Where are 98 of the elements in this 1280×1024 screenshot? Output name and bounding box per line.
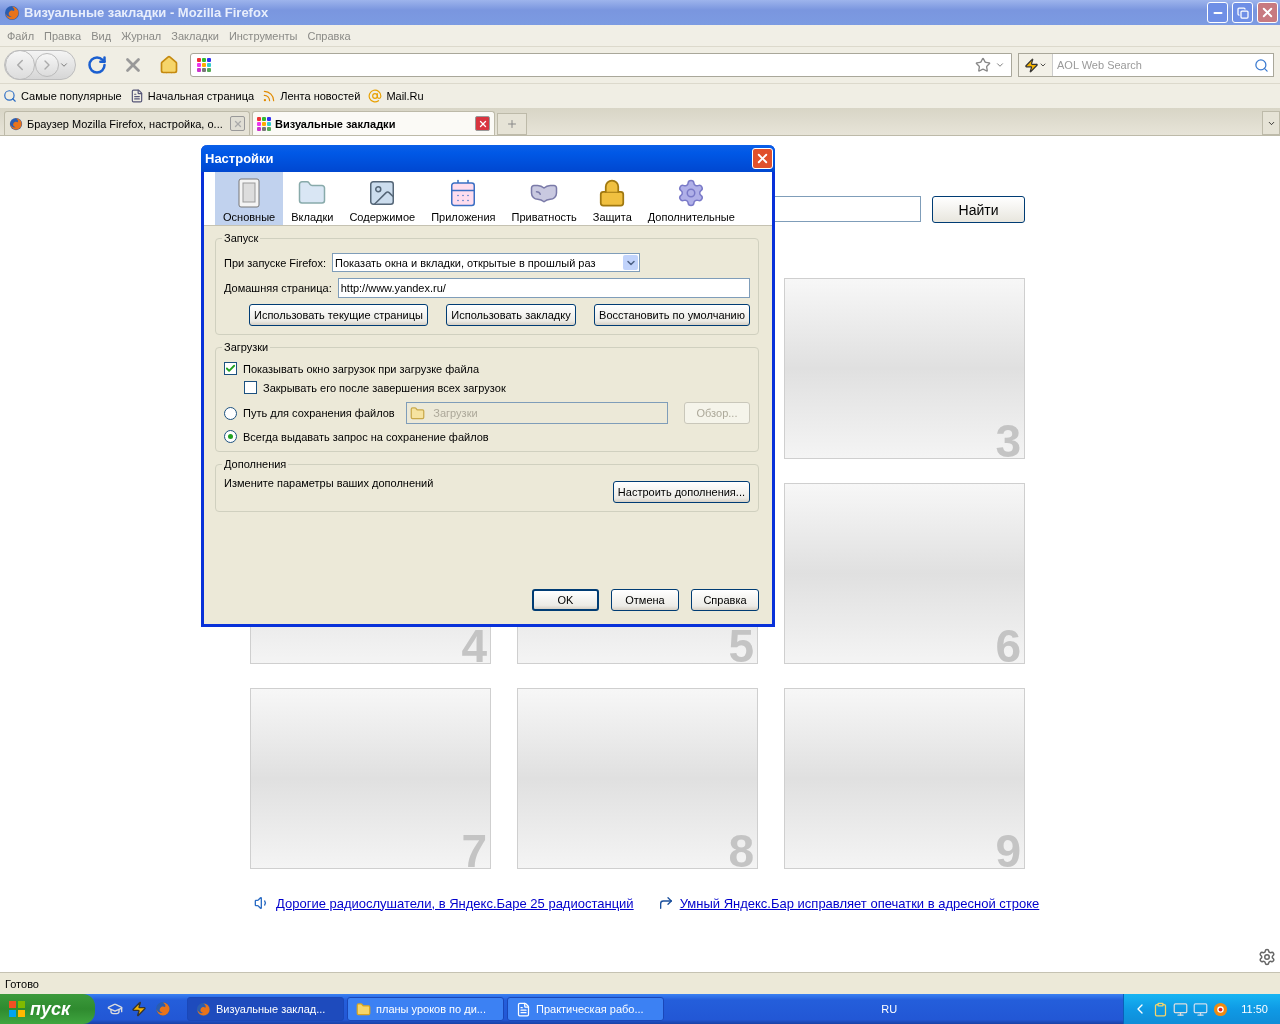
- pane-tab[interactable]: Дополнительные: [639, 172, 743, 225]
- bolt-icon[interactable]: [131, 1001, 147, 1017]
- document-icon: [516, 1001, 531, 1017]
- checkbox[interactable]: [224, 362, 237, 375]
- caret-icon[interactable]: [995, 60, 1005, 70]
- close-icon: [755, 151, 770, 166]
- bookmark-item[interactable]: Самые популярные: [3, 89, 126, 103]
- reload-icon: [87, 55, 107, 75]
- back-forward-control[interactable]: [4, 50, 76, 80]
- firefox-icon: [4, 4, 20, 21]
- action-button[interactable]: Использовать закладку: [446, 304, 576, 326]
- firefox-icon: [155, 1001, 171, 1017]
- star-icon[interactable]: [975, 57, 991, 73]
- addons-button[interactable]: Настроить дополнения...: [612, 481, 750, 503]
- find-button[interactable]: Найти: [932, 196, 1025, 223]
- radio-label: Путь для сохранения файлов: [243, 407, 396, 419]
- startup-select[interactable]: Показать окна и вкладки, открытые в прошлый раз: [332, 253, 640, 272]
- checkbox[interactable]: [244, 381, 257, 394]
- firefox-icon: [196, 1001, 211, 1017]
- start-button[interactable]: пуск: [0, 994, 95, 1024]
- radio-label: Всегда выдавать запрос на сохранение файлов: [243, 430, 489, 443]
- caret-icon[interactable]: [59, 60, 69, 70]
- field-label: Домашняя страница:: [224, 282, 332, 294]
- bolt-icon: [1024, 57, 1039, 73]
- search-icon[interactable]: [1254, 57, 1269, 73]
- dialog-button[interactable]: OK: [532, 589, 599, 611]
- bookmark-item[interactable]: Начальная страница: [129, 89, 259, 103]
- close-icon: [1260, 5, 1275, 20]
- group-legend: Дополнения: [222, 458, 289, 470]
- minimize-button[interactable]: [1207, 2, 1228, 23]
- language-indicator[interactable]: RU: [881, 1003, 898, 1015]
- group-text: Измените параметры ваших дополнений: [224, 477, 434, 489]
- bookmark-item[interactable]: Mail.Ru: [368, 89, 428, 103]
- news-link[interactable]: Дорогие радиослушатели, в Яндекс.Баре 25 радиостанций: [276, 895, 634, 911]
- caret-icon: [1039, 61, 1047, 69]
- radio-button[interactable]: [224, 430, 237, 443]
- pane-tab[interactable]: Содержимое: [341, 172, 424, 225]
- arrow-icon: [657, 895, 674, 911]
- windows-logo: [8, 1000, 26, 1018]
- clipboard-icon[interactable]: [1153, 1001, 1169, 1017]
- pane-tab[interactable]: Вкладки: [283, 172, 342, 225]
- pane-tab[interactable]: Приватность: [503, 172, 585, 225]
- group-legend: Загрузки: [222, 341, 271, 353]
- group-legend: Запуск: [222, 232, 261, 244]
- checkbox-label: Закрывать его после завершения всех загрузок: [263, 381, 506, 394]
- cap-icon[interactable]: [107, 1001, 123, 1017]
- action-button[interactable]: Использовать текущие страницы: [249, 304, 428, 326]
- window-title: Визуальные закладки - Mozilla Firefox: [24, 5, 270, 20]
- tab-close-button[interactable]: [475, 116, 490, 131]
- close-icon: [477, 118, 488, 129]
- grid-icon: [197, 58, 211, 72]
- tab-close-button[interactable]: [230, 116, 245, 131]
- pane-tab[interactable]: Приложения: [423, 172, 504, 225]
- folder-icon: [410, 405, 426, 421]
- dialog-button[interactable]: Отмена: [611, 589, 679, 611]
- restore-button[interactable]: [1232, 2, 1253, 23]
- field-label: При запуске Firefox:: [224, 256, 326, 269]
- radio-button[interactable]: [224, 406, 237, 420]
- feed-icon: [262, 89, 277, 103]
- target-icon[interactable]: [1213, 1001, 1229, 1017]
- taskbar-button[interactable]: Визуальные заклад...: [187, 997, 344, 1021]
- taskbar-button[interactable]: Практическая рабо...: [507, 997, 664, 1021]
- browser-tab[interactable]: Визуальные закладки: [252, 111, 495, 135]
- back-button[interactable]: [5, 50, 35, 80]
- search-icon: [3, 89, 17, 103]
- taskbar-button[interactable]: планы уроков по ди...: [347, 997, 504, 1021]
- news-link[interactable]: Умный Яндекс.Бар исправляет опечатки в адресной строке: [679, 895, 1040, 911]
- dialog-title: Настройки: [205, 151, 274, 166]
- fox-icon: [9, 116, 23, 131]
- radio-dot: [228, 434, 233, 439]
- home-icon: [159, 55, 179, 75]
- close-button[interactable]: [1257, 2, 1278, 23]
- home-page-field[interactable]: http://www.yandex.ru/: [337, 278, 750, 298]
- plus-icon: [506, 118, 518, 130]
- browser-tab[interactable]: Браузер Mozilla Firefox, настройка, о...: [4, 111, 250, 135]
- bookmark-item[interactable]: Лента новостей: [262, 89, 365, 103]
- switch-icon: [238, 178, 261, 208]
- search-field[interactable]: AOL Web Search: [1018, 53, 1274, 77]
- check-icon: [225, 363, 236, 374]
- close-icon: [232, 118, 243, 129]
- checkbox-label: Показывать окно загрузок при загрузке файла: [243, 362, 480, 375]
- restore-icon: [1236, 6, 1249, 19]
- grid-icon: [257, 116, 271, 131]
- page-icon: [129, 89, 144, 103]
- at-icon: [368, 89, 383, 103]
- address-field[interactable]: [190, 53, 1012, 77]
- forward-button[interactable]: [35, 53, 59, 77]
- dialog-button[interactable]: Справка: [691, 589, 759, 611]
- folder-icon: [356, 1001, 371, 1017]
- close-button[interactable]: [752, 148, 773, 169]
- clock: 11:50: [1241, 1003, 1268, 1015]
- engine-button[interactable]: [1019, 54, 1053, 76]
- settings-icon[interactable]: [1258, 948, 1276, 966]
- pane-tab[interactable]: Основные: [215, 172, 284, 225]
- action-button[interactable]: Восстановить по умолчанию: [594, 304, 750, 326]
- monitor-icon[interactable]: [1173, 1001, 1189, 1017]
- pane-tab[interactable]: Защита: [584, 172, 640, 225]
- status-text: Готово: [5, 977, 39, 990]
